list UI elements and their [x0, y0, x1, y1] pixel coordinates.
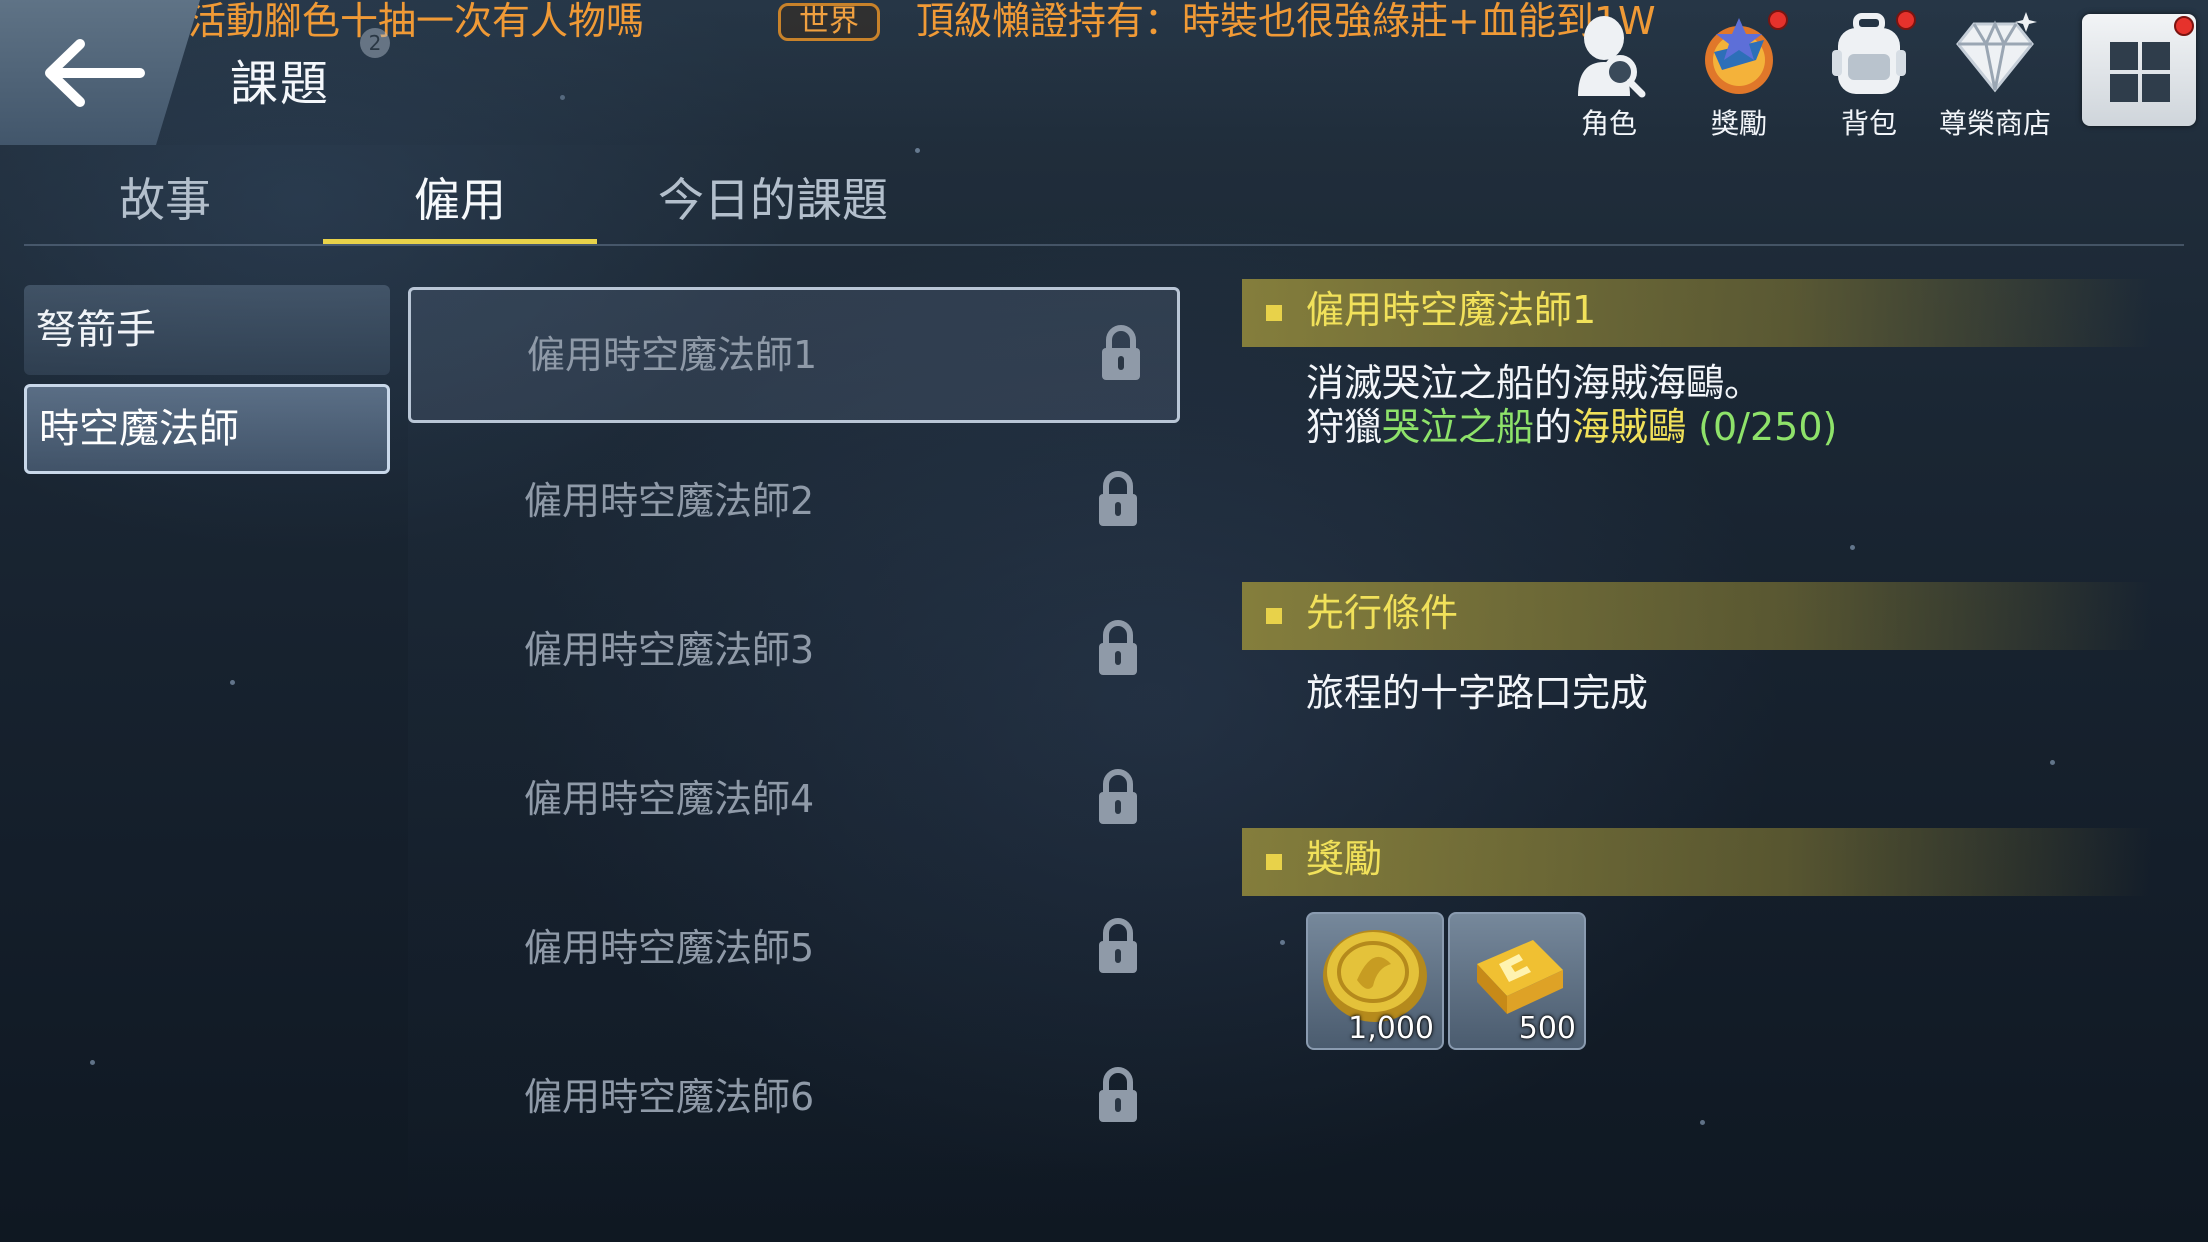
lock-icon	[1099, 471, 1137, 526]
quest-name: 僱用時空魔法師1	[527, 333, 818, 377]
tab-story[interactable]: 故事	[100, 160, 230, 246]
quest-name: 僱用時空魔法師6	[524, 1075, 815, 1119]
tab-daily-quests[interactable]: 今日的課題	[648, 160, 898, 246]
quest-category-tabs: 故事 僱用 今日的課題	[0, 160, 2208, 246]
prereq-text: 旅程的十字路口完成	[1306, 671, 1649, 715]
lock-icon	[1099, 620, 1137, 675]
quest-name: 僱用時空魔法師3	[524, 628, 815, 672]
lock-icon	[1102, 325, 1140, 380]
back-arrow-icon	[45, 39, 145, 107]
quest-name: 僱用時空魔法師2	[524, 479, 815, 523]
reward-slot-gold[interactable]: 1,000	[1306, 912, 1444, 1050]
prereq-title-bar: 先行條件	[1242, 582, 2152, 650]
quest-title-bar: 僱用時空魔法師1	[1242, 279, 2152, 347]
lock-icon	[1099, 769, 1137, 824]
lock-icon	[1099, 1067, 1137, 1122]
tab-hire[interactable]: 僱用	[323, 160, 597, 246]
quest-list-item[interactable]: 僱用時空魔法師1	[408, 287, 1180, 423]
chat-message: 頂級懶證持有：時裝也很強綠莊+血能到1W	[916, 0, 1656, 42]
quest-list-item[interactable]: 僱用時空魔法師6	[408, 1032, 1180, 1168]
reward-title: 獎勵	[1306, 837, 1383, 881]
header-character-button[interactable]: 角色	[1554, 0, 1664, 140]
reward-slot-xp[interactable]: 500	[1448, 912, 1586, 1050]
bullet-square-icon	[1266, 854, 1282, 870]
header-icon-label: 角色	[1580, 107, 1637, 140]
quest-objective: 狩獵哭泣之船的海賊鷗 (0/250)	[1306, 396, 1837, 451]
quest-list-item[interactable]: 僱用時空魔法師3	[408, 585, 1180, 721]
quest-name: 僱用時空魔法師4	[524, 777, 815, 821]
class-item-chronomancer[interactable]: 時空魔法師	[24, 384, 390, 474]
quest-list[interactable]: 僱用時空魔法師1 僱用時空魔法師2 僱用時空魔法師3 僱用時空魔法師4 僱用時空…	[408, 287, 1180, 1217]
character-search-icon	[1578, 16, 1646, 98]
chat-channel-tag: 世界	[778, 3, 880, 41]
quest-list-item[interactable]: 僱用時空魔法師4	[408, 734, 1180, 870]
header-reward-button[interactable]: 獎勵	[1684, 0, 1794, 140]
chat-ticker[interactable]: 界 天雲：活動腳色十抽一次有人物嗎 世界 頂級懶證持有：時裝也很強綠莊+血能到1…	[0, 0, 1700, 42]
notification-dot	[2174, 16, 2194, 36]
quest-list-item[interactable]: 僱用時空魔法師2	[408, 436, 1180, 572]
notification-dot	[1896, 10, 1916, 30]
header-premium-shop-button[interactable]: 尊榮商店	[1939, 0, 2051, 140]
bullet-square-icon	[1266, 608, 1282, 624]
class-item-crossbowman[interactable]: 弩箭手	[24, 285, 390, 375]
main-menu-button[interactable]	[2082, 14, 2196, 126]
bullet-square-icon	[1266, 305, 1282, 321]
header-icon-label: 獎勵	[1710, 107, 1767, 140]
reward-quantity: 1,000	[1348, 1011, 1434, 1046]
quest-list-item[interactable]: 僱用時空魔法師5	[408, 883, 1180, 1019]
quest-title: 僱用時空魔法師1	[1306, 288, 1597, 332]
tabs-divider	[24, 244, 2184, 246]
objective-progress: (0/250)	[1698, 405, 1838, 449]
objective-prefix: 狩獵	[1306, 405, 1383, 449]
objective-location: 哭泣之船	[1382, 405, 1535, 449]
objective-connector: 的	[1534, 405, 1573, 449]
reward-quantity: 500	[1518, 1011, 1576, 1046]
quest-list-fade	[408, 1150, 1180, 1242]
reward-title-bar: 獎勵	[1242, 828, 2152, 896]
title-badge: 2	[360, 28, 390, 58]
objective-target: 海賊鷗	[1572, 405, 1687, 449]
header-icon-label: 尊榮商店	[1938, 107, 2051, 140]
header-backpack-button[interactable]: 背包	[1814, 0, 1924, 140]
page-title: 課題	[230, 56, 331, 112]
notification-dot	[1768, 10, 1788, 30]
quest-name: 僱用時空魔法師5	[524, 926, 815, 970]
prereq-title: 先行條件	[1306, 591, 1459, 635]
lock-icon	[1099, 918, 1137, 973]
diamond-shop-icon	[1956, 12, 2037, 93]
